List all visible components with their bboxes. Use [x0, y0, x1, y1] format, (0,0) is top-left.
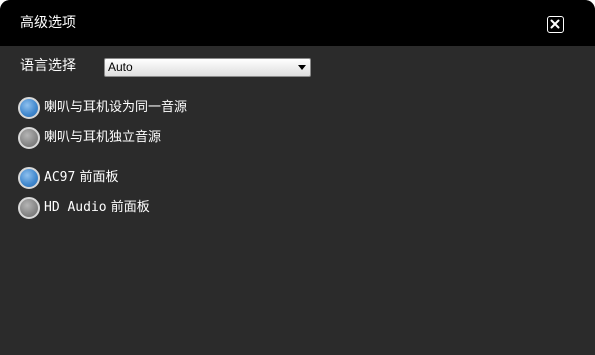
close-button[interactable] [547, 16, 564, 33]
radio-button-unselected-icon[interactable] [18, 127, 40, 149]
panel-type: HD Audio [44, 200, 107, 215]
radio-label: AC97 前面板 [44, 169, 118, 187]
title-bar: 高级选项 [0, 0, 595, 46]
language-select-value: Auto [108, 60, 133, 74]
dialog-title: 高级选项 [20, 15, 76, 31]
radio-label: 喇叭与耳机独立音源 [44, 130, 162, 145]
radio-button-selected-icon[interactable] [18, 97, 40, 119]
language-select[interactable]: Auto [104, 58, 311, 77]
chevron-down-icon [298, 65, 306, 70]
panel-suffix: 前面板 [79, 170, 119, 185]
radio-button-unselected-icon[interactable] [18, 197, 40, 219]
advanced-options-dialog: 高级选项 语言选择 Auto 喇叭与耳机设为同一音源 喇叭与耳机独立音源 AC9… [0, 0, 595, 355]
close-icon [550, 19, 560, 29]
panel-type: AC97 [44, 170, 76, 185]
radio-button-selected-icon[interactable] [18, 167, 40, 189]
radio-label: 喇叭与耳机设为同一音源 [44, 100, 188, 115]
panel-suffix: 前面板 [110, 200, 150, 215]
language-label: 语言选择 [20, 58, 76, 74]
radio-label: HD Audio 前面板 [44, 199, 150, 217]
